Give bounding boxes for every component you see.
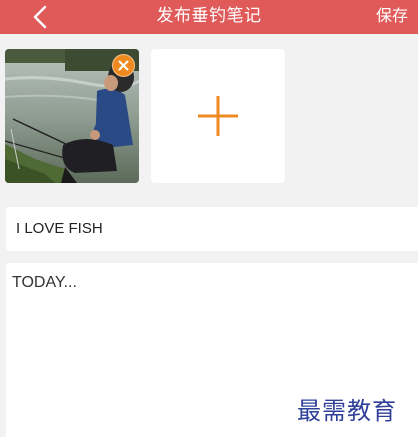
note-title-value: I LOVE FISH [16, 220, 103, 237]
close-icon [118, 60, 129, 71]
save-button[interactable]: 保存 [376, 0, 418, 34]
remove-photo-button[interactable] [112, 54, 135, 77]
plus-icon [198, 96, 238, 136]
add-photo-button[interactable] [151, 49, 285, 183]
note-body-value: TODAY... [12, 274, 77, 291]
top-bar: 发布垂钓笔记 保存 [0, 0, 418, 34]
note-title-input[interactable]: I LOVE FISH [6, 207, 418, 251]
watermark: 最需教育 [297, 397, 397, 425]
page-title: 发布垂钓笔记 [156, 6, 262, 26]
photo-picker [0, 34, 418, 196]
